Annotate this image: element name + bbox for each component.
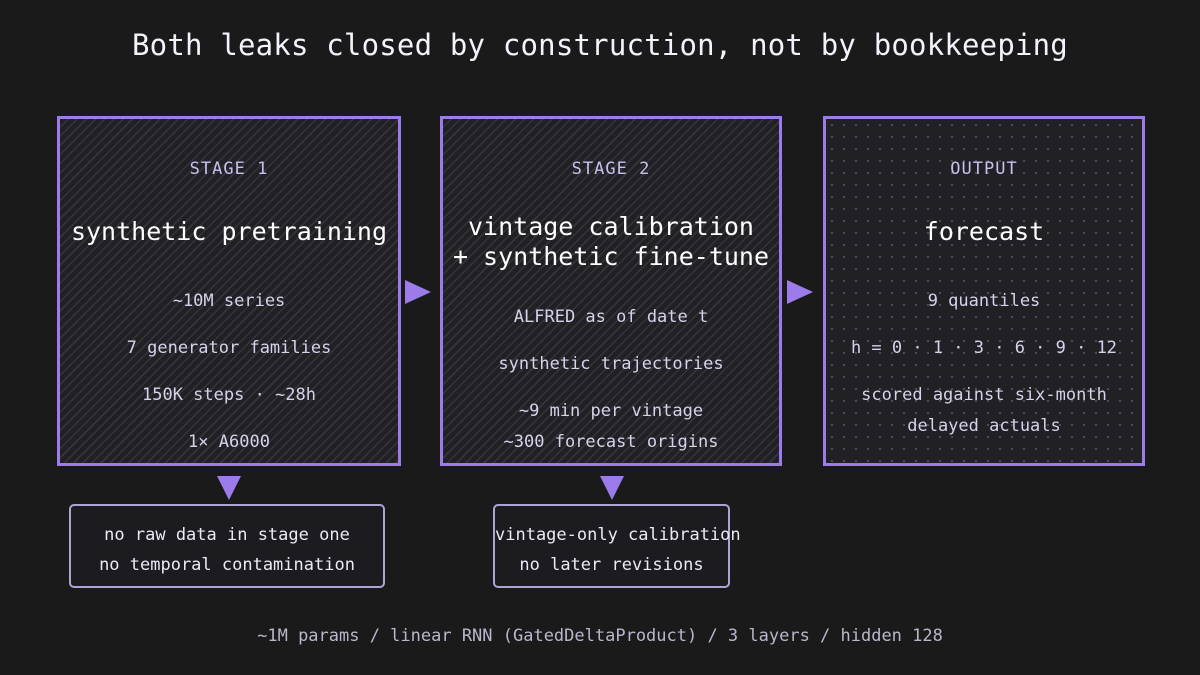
stage-2-heading-line-2: + synthetic fine-tune — [452, 242, 770, 271]
stage-1-note-line-1: no raw data in stage one — [104, 525, 350, 545]
stage-2-box: STAGE 2 vintage calibration + synthetic … — [440, 116, 782, 466]
model-spec-footer: ~1M params / linear RNN (GatedDeltaProdu… — [257, 626, 943, 646]
stage-1-note-line-2: no temporal contamination — [99, 555, 355, 575]
stage-1-box: STAGE 1 synthetic pretraining ~10M serie… — [57, 116, 401, 466]
output-line-3: scored against six-month — [861, 385, 1107, 405]
stage-1-heading: synthetic pretraining — [70, 217, 388, 246]
output-line-1: 9 quantiles — [927, 291, 1041, 311]
stage-1-note: no raw data in stage one no temporal con… — [69, 504, 385, 588]
stage-2-heading-line-1: vintage calibration — [468, 212, 754, 241]
stage-2-label: STAGE 2 — [571, 159, 651, 179]
stage-1-line-3: 150K steps · ~28h — [142, 385, 316, 405]
stage-2-line-1: ALFRED as of date t — [513, 307, 709, 327]
stage-2-line-3: ~9 min per vintage — [518, 401, 704, 421]
output-heading: forecast — [923, 217, 1045, 246]
arrow-down-icon — [600, 476, 624, 500]
stage-1-line-4: 1× A6000 — [188, 432, 270, 452]
output-line-4: delayed actuals — [907, 416, 1061, 436]
output-line-2: h = 0 · 1 · 3 · 6 · 9 · 12 — [850, 338, 1118, 358]
stage-2-note-line-2: no later revisions — [519, 555, 704, 575]
output-box: OUTPUT forecast 9 quantiles h = 0 · 1 · … — [823, 116, 1145, 466]
output-label: OUTPUT — [950, 159, 1018, 179]
diagram-title: Both leaks closed by construction, not b… — [132, 28, 1068, 62]
arrow-right-icon — [787, 280, 813, 304]
stage-1-line-2: 7 generator families — [126, 338, 332, 358]
arrow-down-icon — [217, 476, 241, 500]
arrow-right-icon — [405, 280, 431, 304]
stage-2-note-line-1: vintage-only calibration — [495, 525, 741, 545]
stage-1-line-1: ~10M series — [172, 291, 286, 311]
stage-2-note: vintage-only calibration no later revisi… — [493, 504, 741, 588]
stage-2-line-4: ~300 forecast origins — [503, 432, 719, 452]
stage-1-label: STAGE 1 — [189, 159, 269, 179]
stage-2-line-2: synthetic trajectories — [498, 354, 724, 374]
